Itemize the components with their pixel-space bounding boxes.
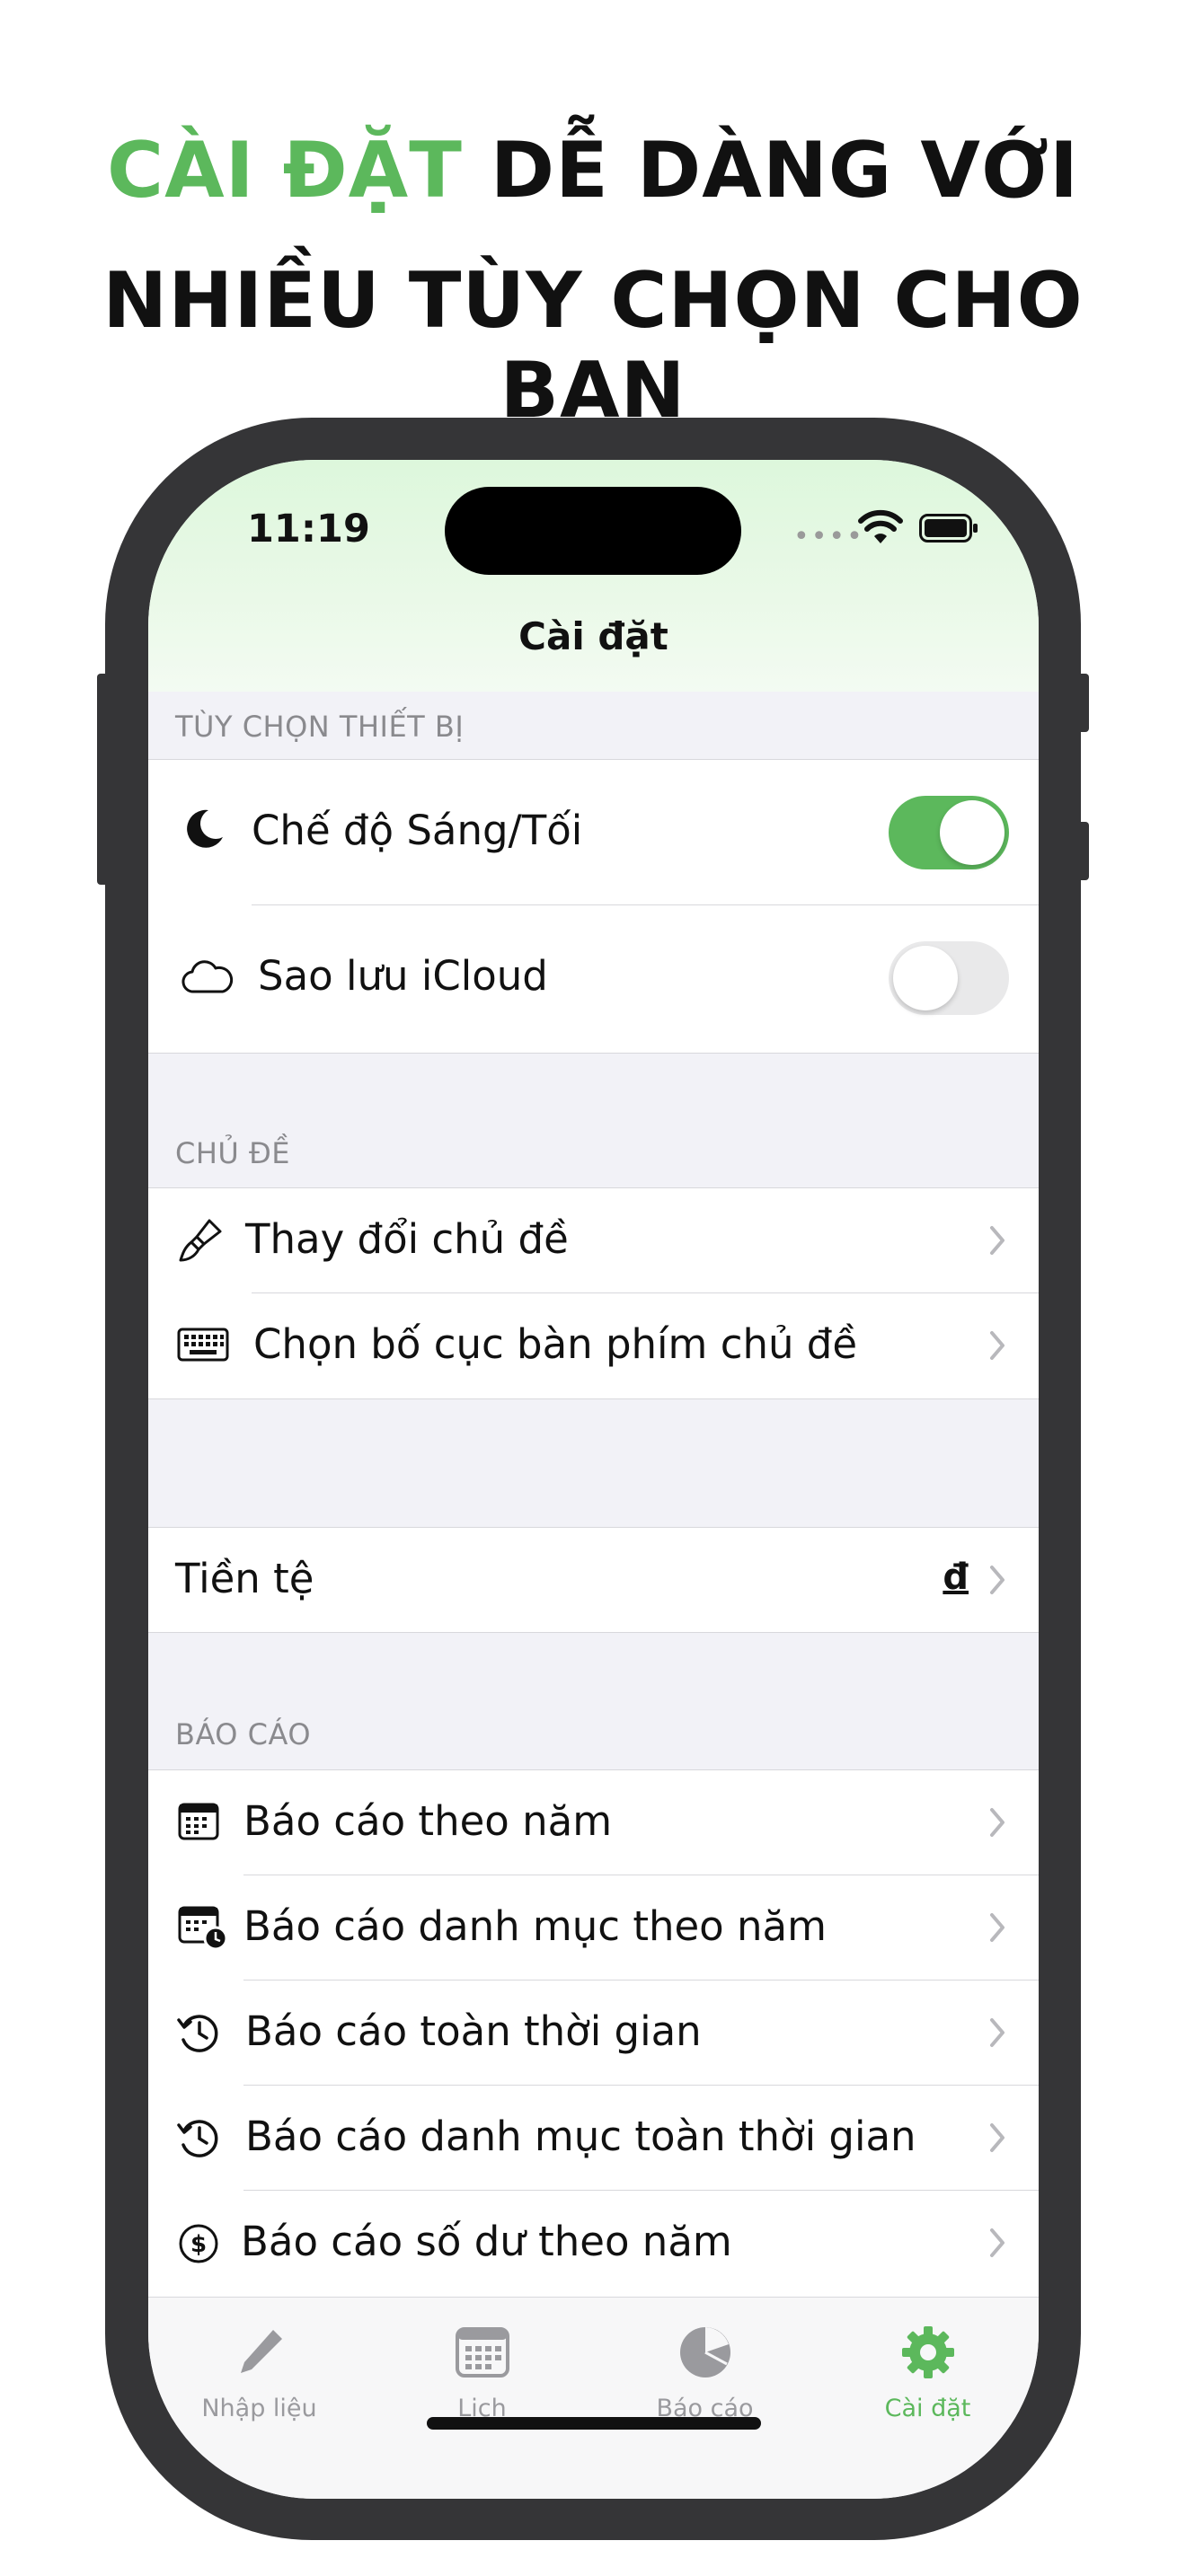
history-icon — [177, 2015, 218, 2052]
row-report-category-yearly[interactable]: Báo cáo danh mục theo năm — [148, 1875, 1039, 1980]
row-currency[interactable]: Tiền tệ đ — [148, 1528, 1039, 1632]
row-report-all-time[interactable]: Báo cáo toàn thời gian — [148, 1981, 1039, 2085]
row-dark-mode[interactable]: Chế độ Sáng/Tối — [148, 760, 1039, 905]
row-report-balance-yearly[interactable]: $ Báo cáo số dư theo năm — [148, 2191, 1039, 2295]
dynamic-island — [445, 487, 741, 575]
page-title: Cài đặt — [518, 614, 668, 658]
dollar-circle-icon: $ — [179, 2224, 218, 2263]
headline-line-1: CÀI ĐẶT DỄ DÀNG VỚI — [0, 126, 1186, 216]
calendar-clock-icon — [178, 1906, 228, 1951]
paintbrush-icon — [179, 1219, 222, 1262]
home-indicator — [427, 2417, 761, 2430]
row-change-theme-label: Thay đổi chủ đề — [245, 1215, 569, 1263]
dark-mode-toggle[interactable] — [889, 796, 1009, 869]
row-report-balance-yearly-label: Báo cáo số dư theo năm — [241, 2218, 732, 2265]
tab-settings[interactable]: Cài đặt — [817, 2298, 1039, 2499]
row-report-category-yearly-label: Báo cáo danh mục theo năm — [243, 1902, 827, 1950]
tab-settings-label: Cài đặt — [884, 2395, 971, 2422]
chevron-right-icon — [990, 1226, 1005, 1255]
group-currency: Tiền tệ đ — [148, 1527, 1039, 1633]
signal-icon: •••• — [793, 521, 864, 552]
gear-icon — [902, 2326, 954, 2378]
tab-bar: Nhập liệu Lịch Báo cáo Cài đặt — [148, 2297, 1039, 2499]
chevron-right-icon — [990, 2123, 1005, 2152]
row-report-all-time-label: Báo cáo toàn thời gian — [245, 2007, 702, 2055]
pie-chart-icon — [680, 2327, 730, 2378]
tab-input-label: Nhập liệu — [201, 2395, 317, 2422]
section-header-reports: BÁO CÁO — [175, 1717, 311, 1751]
group-reports: Báo cáo theo năm Báo cáo danh mục theo n… — [148, 1769, 1039, 2309]
row-change-theme[interactable]: Thay đổi chủ đề — [148, 1188, 1039, 1292]
tab-calendar[interactable]: Lịch — [371, 2298, 593, 2499]
chevron-right-icon — [990, 1808, 1005, 1837]
wifi-icon — [858, 509, 903, 543]
row-report-category-all-time[interactable]: Báo cáo danh mục toàn thời gian — [148, 2086, 1039, 2190]
section-header-device: TÙY CHỌN THIẾT BỊ — [175, 710, 465, 744]
tab-reports[interactable]: Báo cáo — [594, 2298, 816, 2499]
chevron-right-icon — [990, 1566, 1005, 1594]
phone-screen: 11:19 •••• Cài đặt TÙY CHỌN THIẾT BỊ Chế… — [148, 460, 1039, 2499]
chevron-right-icon — [990, 1331, 1005, 1360]
row-dark-mode-label: Chế độ Sáng/Tối — [252, 807, 583, 854]
section-header-theme: CHỦ ĐỀ — [175, 1136, 291, 1170]
chevron-right-icon — [990, 2228, 1005, 2257]
status-time: 11:19 — [247, 507, 370, 551]
chevron-right-icon — [990, 2018, 1005, 2047]
headline-line-2: NHIỀU TÙY CHỌN CHO BẠN — [102, 256, 1084, 436]
row-icloud-backup[interactable]: Sao lưu iCloud — [148, 905, 1039, 1051]
calendar-icon — [178, 1803, 219, 1840]
pencil-icon — [241, 2330, 282, 2373]
group-theme: Thay đổi chủ đề Chọn bố cục bàn phím chủ… — [148, 1187, 1039, 1399]
navigation-bar: 11:19 •••• Cài đặt — [148, 460, 1039, 692]
row-icloud-label: Sao lưu iCloud — [258, 952, 548, 1000]
row-report-category-all-time-label: Báo cáo danh mục toàn thời gian — [245, 2113, 916, 2160]
keyboard-icon — [177, 1328, 229, 1362]
icloud-toggle[interactable] — [889, 941, 1009, 1015]
group-device-options: Chế độ Sáng/Tối Sao lưu iCloud — [148, 759, 1039, 1054]
row-keyboard-layout-label: Chọn bố cục bàn phím chủ đề — [253, 1320, 858, 1368]
toggle-knob — [893, 946, 958, 1010]
currency-value: đ — [943, 1557, 969, 1598]
headline-accent: CÀI ĐẶT — [106, 126, 463, 216]
headline-rest: DỄ DÀNG VỚI — [462, 126, 1080, 216]
row-report-yearly-label: Báo cáo theo năm — [243, 1797, 613, 1845]
cloud-icon — [181, 960, 234, 993]
battery-icon — [919, 514, 978, 543]
toggle-knob — [940, 800, 1005, 865]
row-report-yearly[interactable]: Báo cáo theo năm — [148, 1770, 1039, 1875]
row-keyboard-layout[interactable]: Chọn bố cục bàn phím chủ đề — [148, 1293, 1039, 1398]
tab-input[interactable]: Nhập liệu — [148, 2298, 370, 2499]
svg-text:$: $ — [190, 2231, 207, 2258]
moon-icon — [187, 809, 223, 848]
chevron-right-icon — [990, 1913, 1005, 1942]
history-icon — [177, 2120, 218, 2157]
row-currency-label: Tiền tệ — [175, 1555, 314, 1602]
calendar-icon — [456, 2327, 509, 2378]
